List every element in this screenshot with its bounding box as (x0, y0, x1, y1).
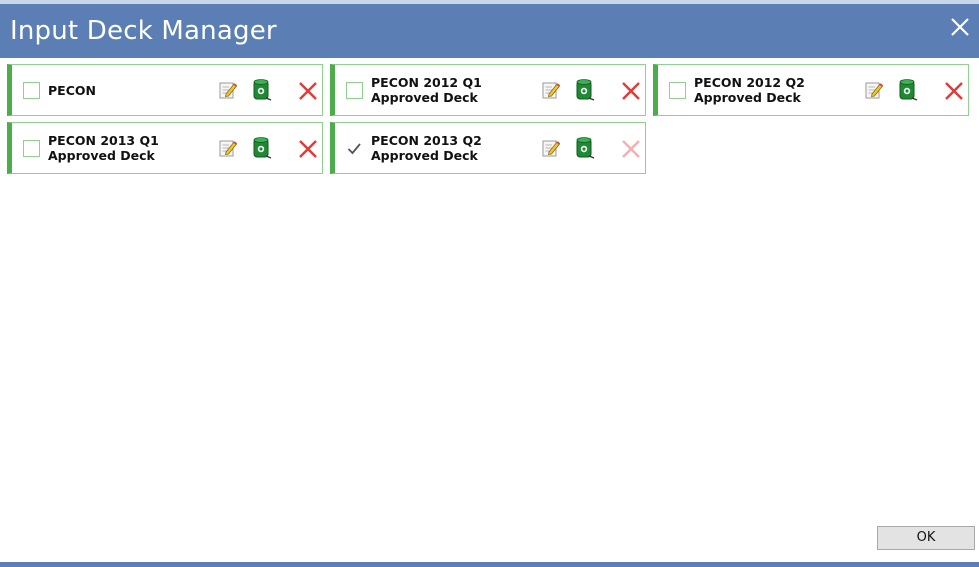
deck-name-line2: Approved Deck (48, 148, 155, 163)
deck-name-line1: PECON 2012 Q1 (371, 75, 482, 90)
deck-checkbox[interactable] (669, 82, 686, 99)
ok-button[interactable]: OK (877, 526, 975, 550)
deck-name-line1: PECON 2012 Q2 (694, 75, 805, 90)
deck-checkbox[interactable] (346, 140, 363, 157)
title-bar: Input Deck Manager (0, 0, 979, 58)
delete-icon[interactable] (620, 80, 642, 102)
bottom-border (0, 562, 979, 567)
deck-name: PECON 2013 Q1 Approved Deck (48, 123, 198, 173)
deck-checkbox[interactable] (23, 140, 40, 157)
deck-name-line2: Approved Deck (371, 148, 478, 163)
deck-name-line1: PECON 2013 Q1 (48, 133, 159, 148)
delete-icon (622, 140, 640, 158)
deck-name-line1: PECON 2013 Q2 (371, 133, 482, 148)
edit-icon[interactable] (218, 138, 238, 158)
database-icon[interactable] (251, 136, 273, 160)
database-icon[interactable] (574, 136, 596, 160)
deck-name: PECON 2013 Q2 Approved Deck (371, 123, 521, 173)
database-icon[interactable] (251, 78, 273, 102)
deck-name-line2: Approved Deck (694, 90, 801, 105)
deck-checkbox[interactable] (346, 82, 363, 99)
deck-card: PECON 2013 Q1 Approved Deck (7, 122, 323, 174)
delete-icon[interactable] (297, 80, 319, 102)
checkmark-icon (347, 143, 361, 155)
deck-name-line1: PECON (48, 82, 96, 98)
edit-icon[interactable] (541, 80, 561, 100)
edit-icon[interactable] (864, 80, 884, 100)
deck-name: PECON (48, 65, 198, 115)
deck-card: PECON 2013 Q2 Approved Deck (330, 122, 646, 174)
database-icon[interactable] (897, 78, 919, 102)
deck-card: PECON (7, 64, 323, 116)
delete-icon[interactable] (297, 138, 319, 160)
window-title: Input Deck Manager (10, 16, 277, 46)
deck-card: PECON 2012 Q1 Approved Deck (330, 64, 646, 116)
deck-name-line2: Approved Deck (371, 90, 478, 105)
deck-card: PECON 2012 Q2 Approved Deck (653, 64, 969, 116)
deck-name: PECON 2012 Q1 Approved Deck (371, 65, 521, 115)
deck-list: PECON PECON 2012 Q1 Approved Deck PECON … (7, 64, 973, 174)
deck-checkbox[interactable] (23, 82, 40, 99)
deck-name: PECON 2012 Q2 Approved Deck (694, 65, 844, 115)
delete-icon[interactable] (943, 80, 965, 102)
database-icon[interactable] (574, 78, 596, 102)
close-icon[interactable] (947, 14, 973, 40)
edit-icon[interactable] (541, 138, 561, 158)
edit-icon[interactable] (218, 80, 238, 100)
